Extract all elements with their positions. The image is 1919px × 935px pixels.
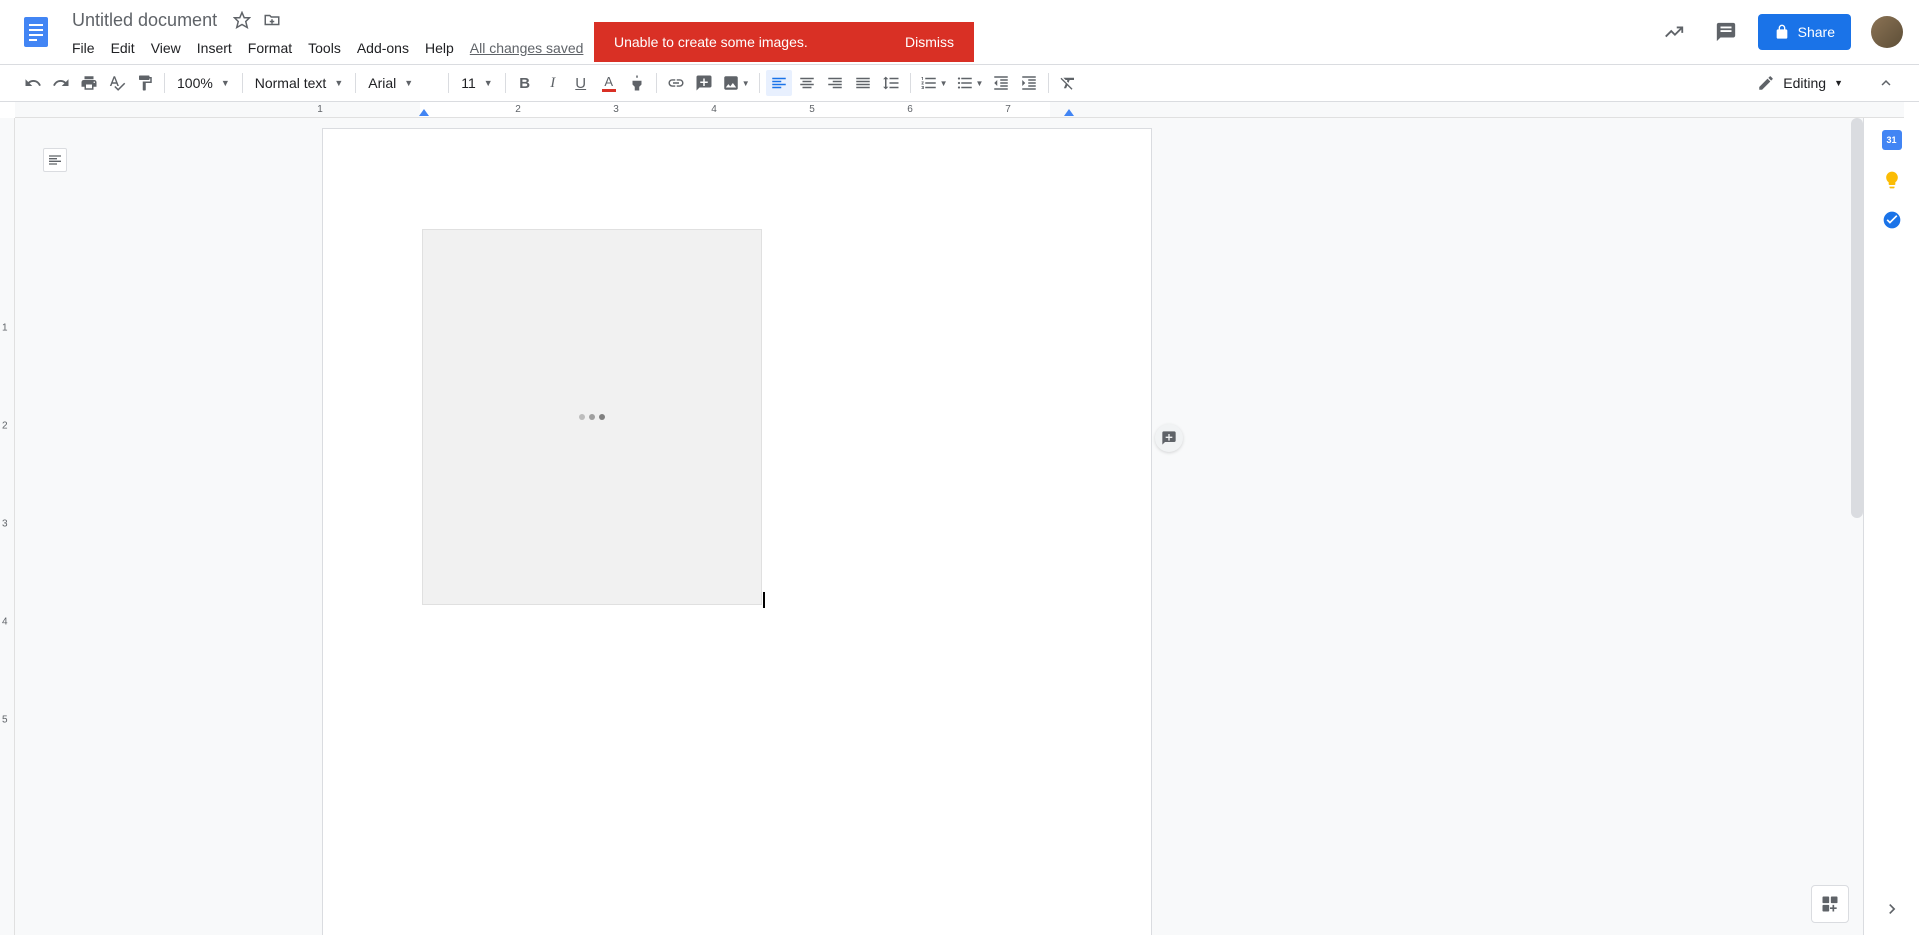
underline-button[interactable]: U (568, 70, 594, 96)
add-comment-floating-button[interactable] (1155, 424, 1183, 452)
vertical-ruler[interactable]: 1 2 3 4 5 (0, 118, 15, 935)
menu-addons[interactable]: Add-ons (349, 36, 417, 60)
right-indent-marker[interactable] (1064, 109, 1074, 116)
align-right-button[interactable] (822, 70, 848, 96)
decrease-indent-button[interactable] (988, 70, 1014, 96)
collapse-toolbar-button[interactable] (1873, 70, 1899, 96)
move-icon[interactable] (259, 7, 285, 33)
share-label: Share (1798, 24, 1835, 40)
highlight-button[interactable] (624, 70, 650, 96)
menu-edit[interactable]: Edit (103, 36, 143, 60)
calendar-icon[interactable]: 31 (1882, 130, 1902, 150)
tasks-icon[interactable] (1882, 210, 1902, 230)
align-left-button[interactable] (766, 70, 792, 96)
explore-button[interactable] (1811, 885, 1849, 923)
side-panel: 31 (1863, 118, 1919, 935)
side-panel-expand-icon[interactable] (1882, 899, 1902, 919)
styles-dropdown[interactable]: Normal text▼ (249, 70, 350, 96)
link-button[interactable] (663, 70, 689, 96)
activity-icon[interactable] (1654, 12, 1694, 52)
clear-formatting-button[interactable] (1055, 70, 1081, 96)
zoom-dropdown[interactable]: 100%▼ (171, 70, 236, 96)
numbered-list-button[interactable]: ▼ (917, 70, 951, 96)
bulleted-list-button[interactable]: ▼ (953, 70, 987, 96)
font-dropdown[interactable]: Arial▼ (362, 70, 442, 96)
toolbar: 100%▼ Normal text▼ Arial▼ 11▼ B I U A ▼ … (0, 64, 1919, 102)
menu-format[interactable]: Format (240, 36, 300, 60)
print-button[interactable] (76, 70, 102, 96)
align-center-button[interactable] (794, 70, 820, 96)
align-justify-button[interactable] (850, 70, 876, 96)
document-page[interactable] (322, 128, 1152, 935)
vertical-scrollbar[interactable] (1851, 118, 1863, 518)
bold-button[interactable]: B (512, 70, 538, 96)
add-comment-button[interactable] (691, 70, 717, 96)
title-area: Untitled document File Edit View Insert … (64, 4, 583, 60)
docs-logo-icon[interactable] (16, 12, 56, 52)
error-banner: Unable to create some images. Dismiss (594, 22, 974, 62)
text-cursor (763, 592, 765, 608)
image-button[interactable]: ▼ (719, 70, 753, 96)
menu-view[interactable]: View (143, 36, 189, 60)
paint-format-button[interactable] (132, 70, 158, 96)
share-button[interactable]: Share (1758, 14, 1851, 50)
error-message: Unable to create some images. (614, 34, 808, 50)
star-icon[interactable] (229, 7, 255, 33)
keep-icon[interactable] (1882, 170, 1902, 190)
outline-toggle-button[interactable] (43, 148, 67, 172)
save-status[interactable]: All changes saved (470, 40, 584, 56)
left-indent-marker[interactable] (419, 109, 429, 116)
canvas-area (15, 118, 1863, 935)
menu-tools[interactable]: Tools (300, 36, 349, 60)
increase-indent-button[interactable] (1016, 70, 1042, 96)
redo-button[interactable] (48, 70, 74, 96)
dismiss-button[interactable]: Dismiss (905, 34, 954, 50)
user-avatar[interactable] (1871, 16, 1903, 48)
image-placeholder[interactable] (422, 229, 762, 605)
menu-help[interactable]: Help (417, 36, 462, 60)
document-title[interactable]: Untitled document (64, 8, 225, 33)
comments-icon[interactable] (1706, 12, 1746, 52)
menu-insert[interactable]: Insert (189, 36, 240, 60)
horizontal-ruler[interactable]: 1 2 3 4 5 6 7 (15, 102, 1904, 118)
spellcheck-button[interactable] (104, 70, 130, 96)
italic-button[interactable]: I (540, 70, 566, 96)
menubar: File Edit View Insert Format Tools Add-o… (64, 36, 583, 60)
menu-file[interactable]: File (64, 36, 103, 60)
loading-dots-icon (579, 414, 605, 420)
line-spacing-button[interactable] (878, 70, 904, 96)
text-color-button[interactable]: A (596, 70, 622, 96)
editing-mode-dropdown[interactable]: Editing ▼ (1745, 69, 1855, 97)
undo-button[interactable] (20, 70, 46, 96)
font-size-dropdown[interactable]: 11▼ (455, 70, 498, 96)
